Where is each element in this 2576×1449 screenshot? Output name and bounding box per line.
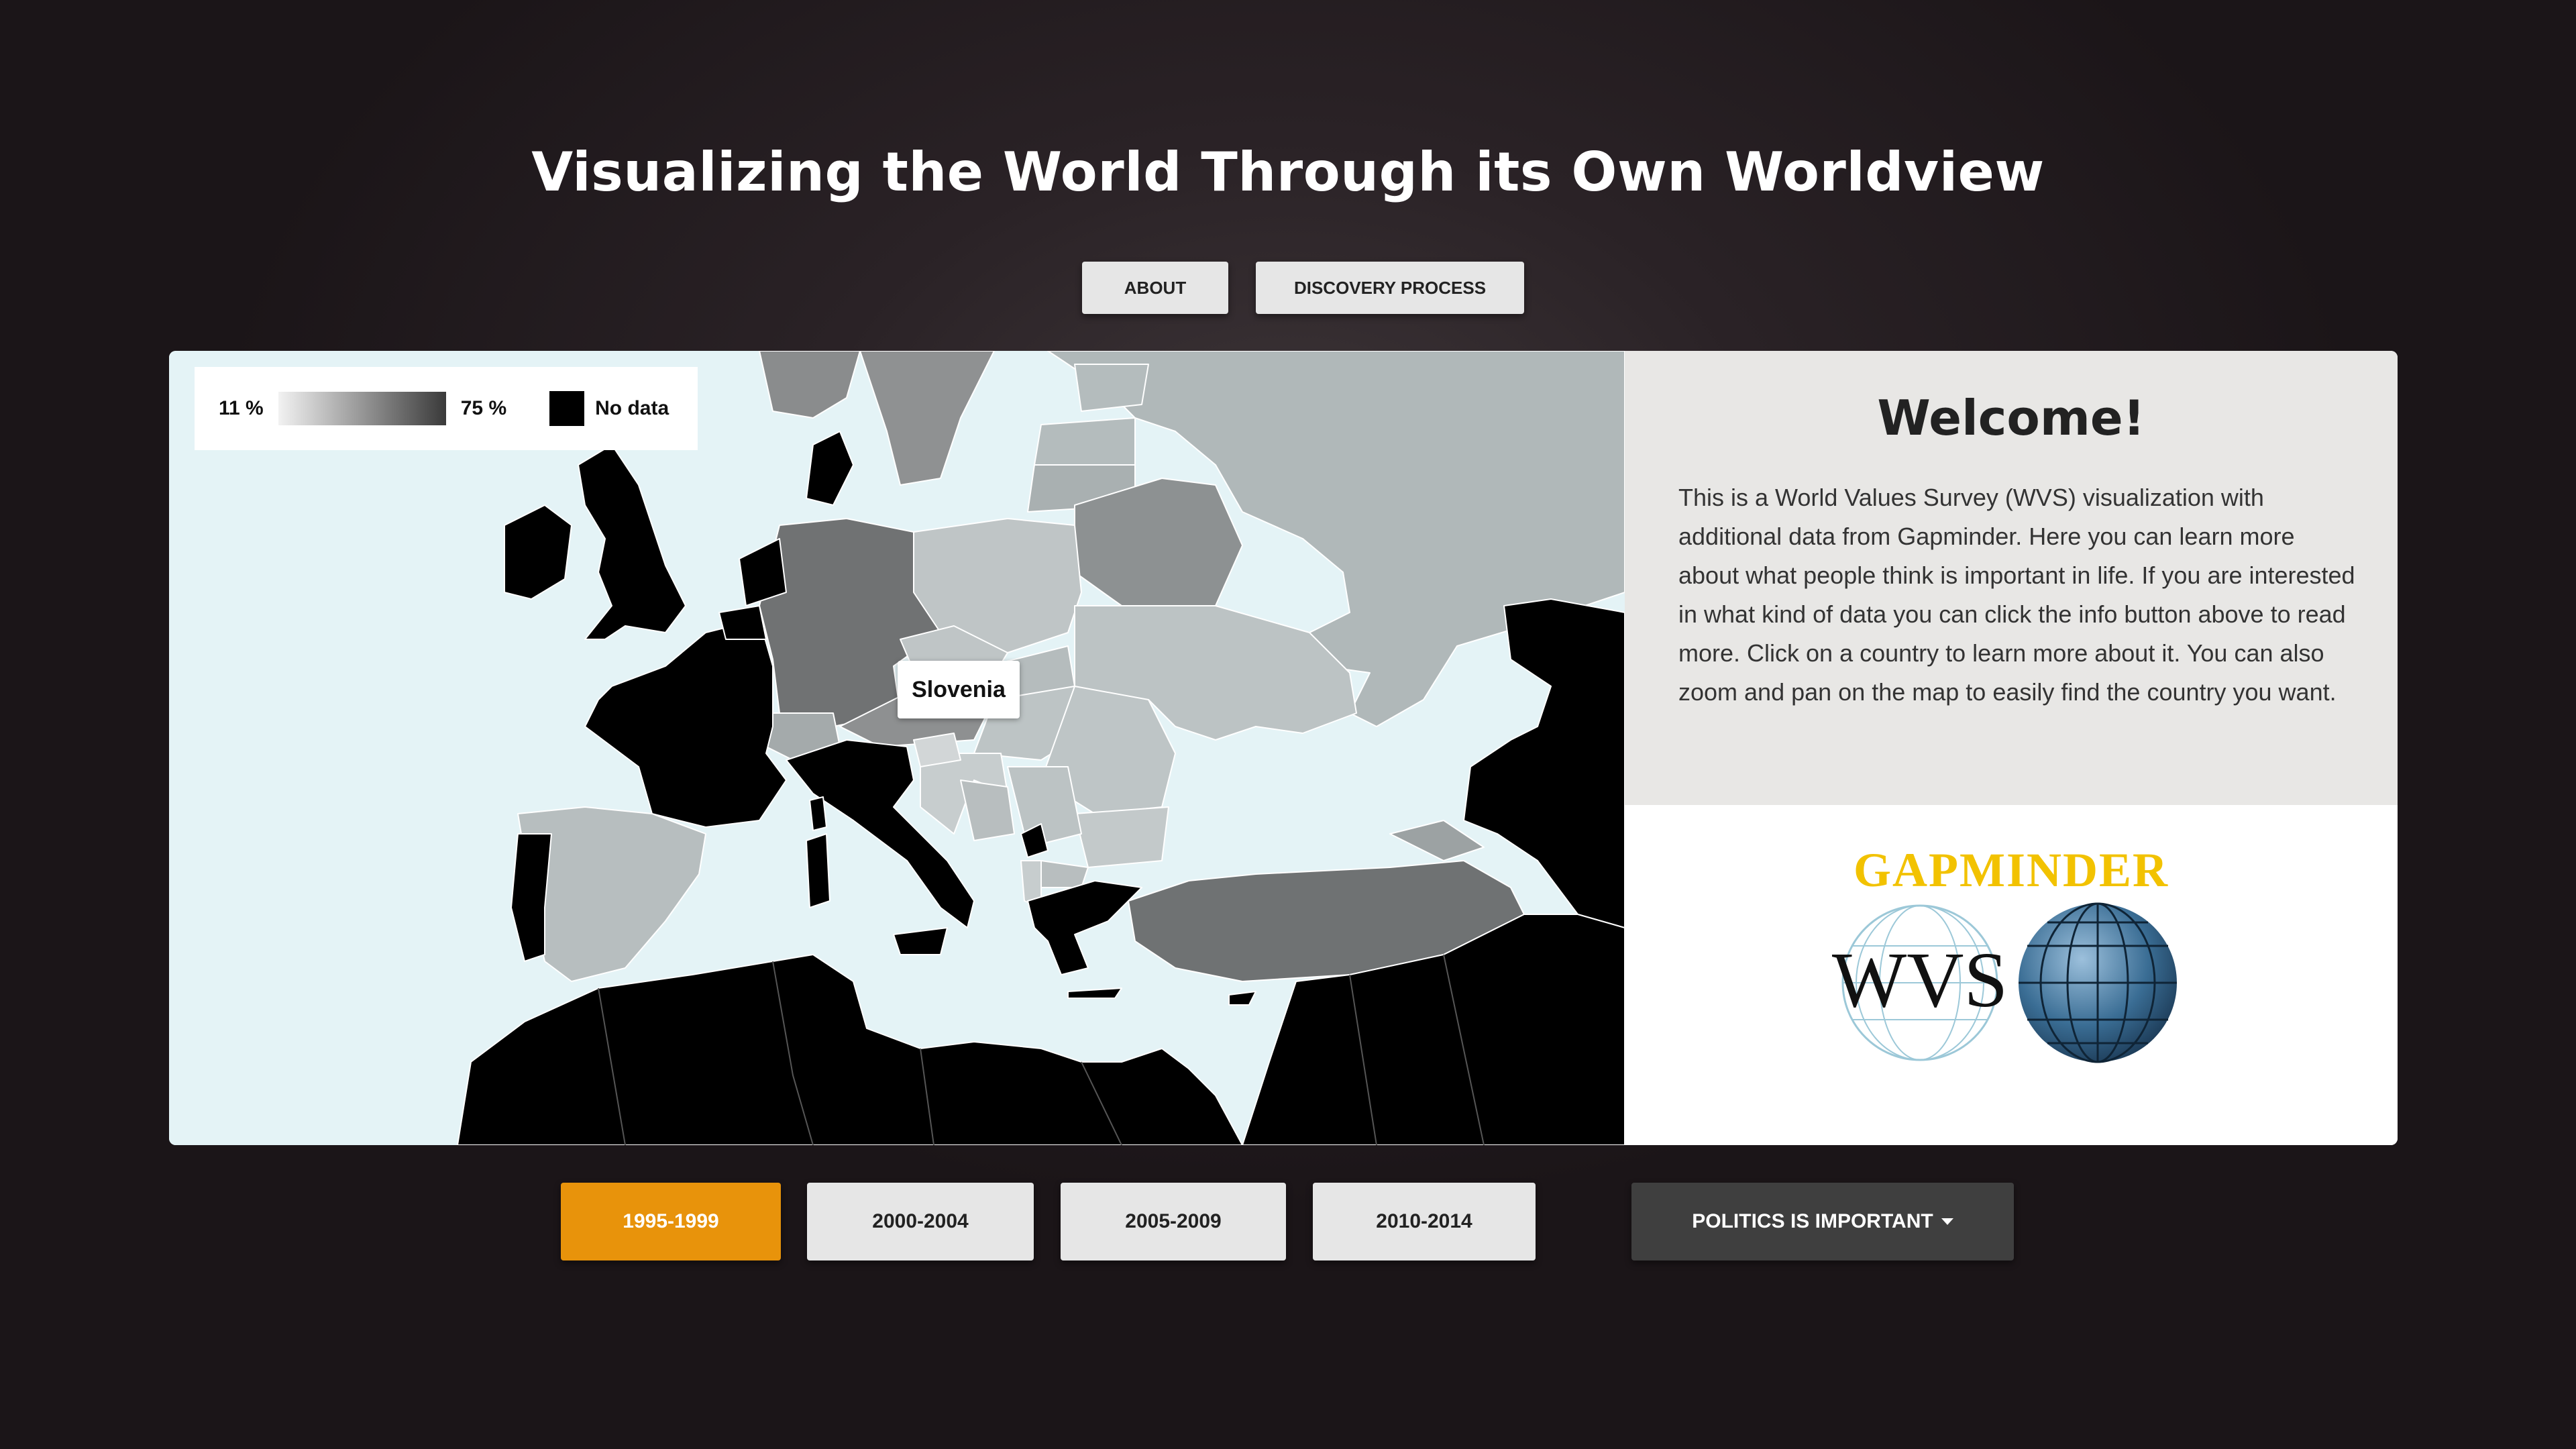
country-north-africa (457, 954, 1243, 1145)
country-denmark (806, 431, 854, 506)
caret-down-icon (1941, 1218, 1953, 1225)
topic-dropdown[interactable]: POLITICS IS IMPORTANT (1631, 1183, 2014, 1260)
discovery-process-button[interactable]: DISCOVERY PROCESS (1256, 262, 1524, 314)
country-sicily (893, 927, 948, 955)
country-slovenia (913, 733, 961, 767)
welcome-title: Welcome! (1877, 390, 2145, 446)
year-2010-2014-button[interactable]: 2010-2014 (1313, 1183, 1536, 1260)
country-tooltip: Slovenia (898, 661, 1020, 718)
year-1995-1999-button[interactable]: 1995-1999 (561, 1183, 781, 1260)
country-sardinia (806, 833, 830, 908)
info-panel: Welcome! This is a World Values Survey (… (1625, 351, 2398, 1145)
globe-icon (2019, 902, 2177, 1063)
about-button[interactable]: ABOUT (1082, 262, 1228, 314)
country-estonia (1074, 364, 1149, 412)
welcome-box: Welcome! This is a World Values Survey (… (1625, 351, 2398, 805)
country-cyprus (1228, 991, 1256, 1006)
country-bulgaria (1074, 806, 1169, 868)
year-2005-2009-button[interactable]: 2005-2009 (1061, 1183, 1286, 1260)
country-georgia (1389, 820, 1485, 861)
country-macedonia (1040, 860, 1089, 888)
country-sweden (859, 351, 995, 486)
country-belgium (718, 605, 767, 640)
country-uk (578, 444, 686, 640)
country-greece (1027, 880, 1142, 975)
legend-gradient (278, 392, 446, 425)
page-title: Visualizing the World Through its Own Wo… (531, 141, 2045, 203)
country-bosnia (960, 780, 1015, 841)
map-legend: 11 % 75 % No data (195, 367, 698, 450)
country-norway (759, 351, 861, 419)
world-map[interactable]: 11 % 75 % No data Slovenia (169, 351, 1625, 1145)
country-ireland (504, 504, 572, 600)
map-canvas[interactable] (169, 351, 1625, 1145)
gapminder-logo: GAPMINDER (1854, 843, 2169, 897)
legend-no-data-label: No data (595, 397, 669, 419)
country-latvia (1034, 417, 1136, 466)
legend-min-label: 11 % (219, 397, 264, 419)
wvs-logo: WVS (1832, 902, 2177, 1063)
country-portugal (511, 833, 552, 962)
main-card: 11 % 75 % No data Slovenia Welcome! This… (169, 351, 2398, 1145)
country-belarus (1074, 478, 1243, 606)
country-france (584, 619, 787, 828)
country-crete (1067, 987, 1122, 999)
no-data-swatch (549, 391, 585, 426)
legend-max-label: 75 % (460, 397, 507, 419)
welcome-text: This is a World Values Survey (WVS) visu… (1678, 484, 2355, 706)
country-corsica (809, 796, 827, 831)
year-2000-2004-button[interactable]: 2000-2004 (807, 1183, 1034, 1260)
topic-label: POLITICS IS IMPORTANT (1692, 1210, 1933, 1232)
logos-area: GAPMINDER WVS (1625, 805, 2398, 1145)
svg-text:WVS: WVS (1832, 936, 2008, 1024)
